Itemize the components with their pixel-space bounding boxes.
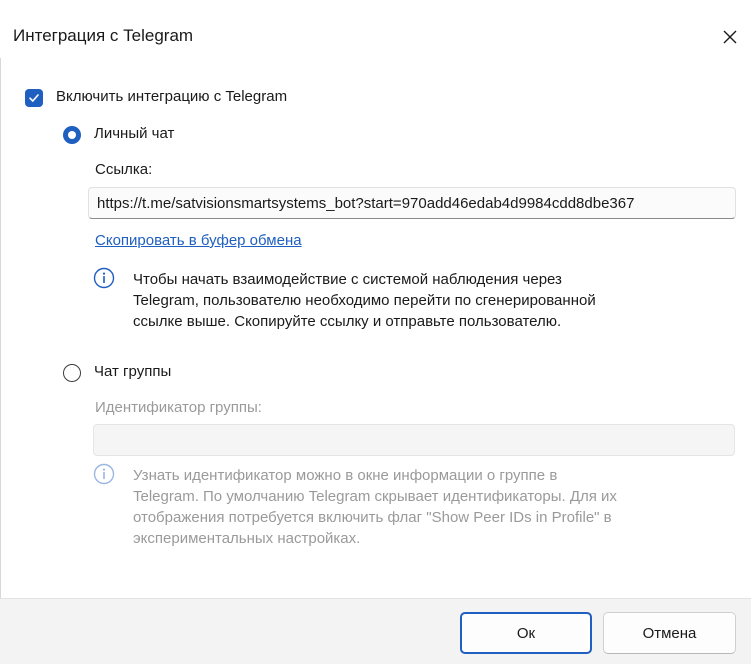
window-edge: [0, 58, 1, 598]
group-id-field[interactable]: [93, 424, 735, 456]
dialog-title: Интеграция с Telegram: [13, 26, 194, 45]
close-icon: [723, 30, 737, 44]
ok-button[interactable]: Ок: [460, 612, 592, 654]
link-field[interactable]: [88, 187, 736, 219]
info-icon: [93, 267, 115, 289]
link-label: Ссылка:: [95, 161, 153, 178]
title-bar: Интеграция с Telegram: [0, 0, 751, 58]
info-icon: [93, 463, 115, 485]
group-chat-label[interactable]: Чат группы: [94, 363, 171, 380]
copy-to-clipboard-link[interactable]: Скопировать в буфер обмена: [95, 232, 302, 249]
personal-chat-label[interactable]: Личный чат: [94, 125, 174, 142]
info-line: Telegram, пользователю необходимо перейт…: [133, 292, 596, 309]
info-line: отображения потребуется включить флаг "S…: [133, 509, 612, 526]
group-chat-info: Узнать идентификатор можно в окне информ…: [133, 465, 733, 549]
group-chat-radio[interactable]: [63, 364, 81, 382]
enable-integration-checkbox[interactable]: [25, 89, 43, 107]
close-button[interactable]: [709, 18, 751, 56]
info-line: ссылке выше. Скопируйте ссылку и отправь…: [133, 313, 562, 330]
cancel-button[interactable]: Отмена: [603, 612, 736, 654]
telegram-integration-dialog: Интеграция с Telegram Включить интеграци…: [0, 0, 751, 664]
info-line: Telegram. По умолчанию Telegram скрывает…: [133, 488, 617, 505]
checkmark-icon: [29, 94, 39, 102]
personal-chat-info: Чтобы начать взаимодействие с системой н…: [133, 269, 733, 332]
enable-integration-label[interactable]: Включить интеграцию с Telegram: [56, 88, 287, 105]
personal-chat-radio[interactable]: [63, 126, 81, 144]
info-line: экспериментальных настройках.: [133, 530, 361, 547]
info-line: Чтобы начать взаимодействие с системой н…: [133, 271, 562, 288]
group-id-label: Идентификатор группы:: [95, 399, 262, 416]
info-line: Узнать идентификатор можно в окне информ…: [133, 467, 558, 484]
